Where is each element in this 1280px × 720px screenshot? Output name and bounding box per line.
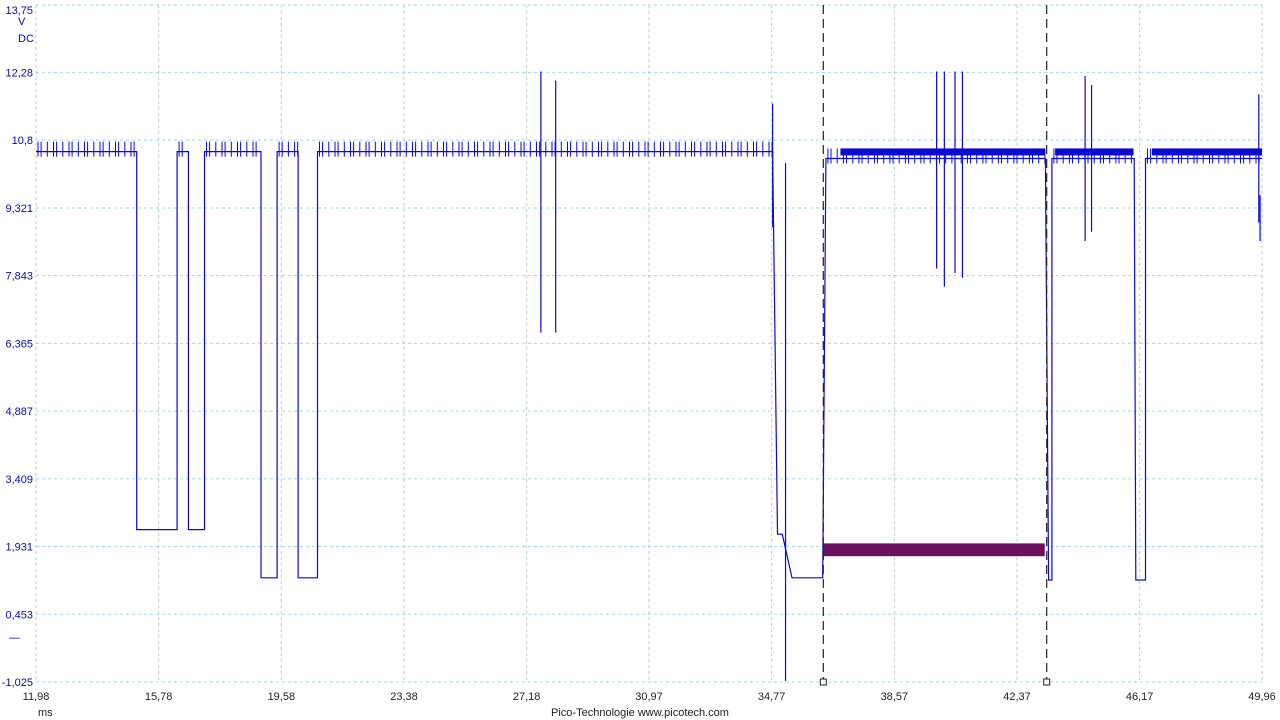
y-tick-label: 3,409 <box>5 474 33 486</box>
x-tick-label: 38,57 <box>881 691 909 703</box>
x-tick-label: 27,18 <box>513 691 541 703</box>
channel-marker: — <box>9 632 20 644</box>
x-tick-label: 11,98 <box>23 691 50 703</box>
x-tick-label: 34,77 <box>758 691 786 703</box>
x-tick-label: 46,17 <box>1126 691 1154 703</box>
x-tick-label: 15,78 <box>145 691 173 703</box>
y-unit-label: V <box>18 16 26 28</box>
footer-credit: Pico-Technologie www.picotech.com <box>551 707 729 719</box>
x-tick-label: 23,38 <box>390 691 418 703</box>
x-tick-label: 19,58 <box>268 691 296 703</box>
measurement-band <box>823 543 1045 557</box>
x-axis-ticks: 11,98 15,78 19,58 23,38 27,18 30,97 34,77 38,57… <box>23 691 1276 703</box>
trace-dense-band <box>840 148 1045 156</box>
y-tick-label: 1,931 <box>5 542 33 554</box>
y-tick-label: 12,28 <box>5 67 33 79</box>
trace-dense-band <box>1055 148 1134 156</box>
y-tick-label: -1,025 <box>2 677 33 689</box>
x-tick-label: 30,97 <box>635 691 663 703</box>
oscilloscope-chart: 13,7512,2810,89,3217,8436,3654,8873,4091… <box>2 4 1276 719</box>
y-tick-label: 4,887 <box>5 406 33 418</box>
y-tick-label: 10,8 <box>12 135 33 147</box>
cursor-handle-2 <box>1043 678 1051 686</box>
y-coupling-label: DC <box>18 33 34 45</box>
y-tick-label: 6,365 <box>5 338 33 350</box>
grid-lines <box>35 4 1263 683</box>
y-tick-label: 0,453 <box>5 609 33 621</box>
trace-dense-band <box>1151 148 1262 156</box>
x-tick-label: 42,37 <box>1003 691 1031 703</box>
y-tick-label: 7,843 <box>5 271 33 283</box>
time-cursors[interactable] <box>819 5 1051 686</box>
y-axis-ticks: 13,7512,2810,89,3217,8436,3654,8873,4091… <box>2 5 33 689</box>
x-tick-label: 49,96 <box>1248 691 1276 703</box>
y-tick-label: 9,321 <box>5 203 33 215</box>
measurement-bar <box>823 543 1045 557</box>
cursor-handle-1 <box>819 678 827 686</box>
x-unit-label: ms <box>38 707 53 719</box>
